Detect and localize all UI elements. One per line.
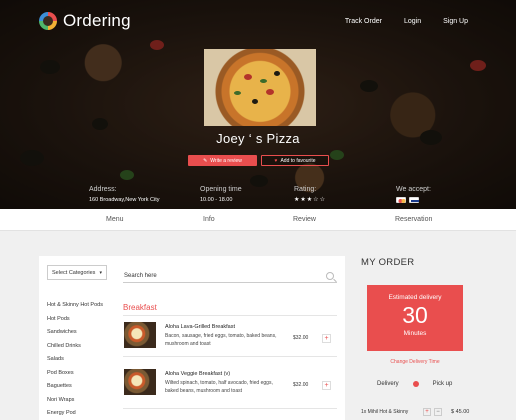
menu-panel: Select Categories ▾ Hot & Skinny Hot Pod… bbox=[39, 256, 345, 420]
restaurant-name: Joey ‘ s Pizza bbox=[216, 131, 300, 146]
estimated-minutes: 30 bbox=[402, 302, 428, 328]
category-item[interactable]: Hot & Skinny Hot Pods bbox=[47, 302, 117, 316]
track-order-link[interactable]: Track Order bbox=[345, 18, 382, 25]
pickup-option[interactable]: Pick up bbox=[433, 381, 453, 387]
change-delivery-time-link[interactable]: Change Delivery Time bbox=[367, 359, 463, 365]
hours-block: Opening time 10.00 - 18.00 bbox=[200, 186, 242, 203]
category-item[interactable]: Salads bbox=[47, 356, 117, 370]
add-item-button[interactable]: + bbox=[322, 381, 331, 390]
heart-icon: ♥ bbox=[274, 157, 278, 164]
brand-name: Ordering bbox=[63, 11, 131, 30]
search-icon[interactable] bbox=[326, 272, 334, 280]
add-favourite-button[interactable]: ♥ Add to favourite bbox=[261, 155, 329, 166]
menu-item: Aloha Lava-Grilled Breakfast Bacon, saus… bbox=[123, 322, 337, 352]
add-item-button[interactable]: + bbox=[322, 334, 331, 343]
menu-item-price: $32.00 bbox=[293, 382, 309, 388]
tab-info[interactable]: Info bbox=[203, 216, 215, 223]
delivery-option[interactable]: Delivery bbox=[377, 381, 399, 387]
category-item[interactable]: Sandwiches bbox=[47, 329, 117, 343]
restaurant-tabs: Menu Info Review Reservation bbox=[0, 209, 516, 231]
menu-item-price: $32.00 bbox=[293, 335, 309, 341]
tab-review[interactable]: Review bbox=[293, 216, 316, 223]
menu-item-name: Aloha Lava-Grilled Breakfast bbox=[165, 324, 236, 330]
menu-item-description: Wilted spinach, tomato, half avocado, fr… bbox=[165, 380, 273, 394]
visa-icon bbox=[409, 197, 419, 203]
rating-block: Rating: ★★★☆☆ bbox=[294, 186, 326, 203]
top-navigation: Track Order Login Sign Up bbox=[345, 18, 468, 25]
category-item[interactable]: Nori Wraps bbox=[47, 397, 117, 411]
category-item[interactable]: Pod Boxes bbox=[47, 370, 117, 384]
tab-reservation[interactable]: Reservation bbox=[395, 216, 432, 223]
chevron-down-icon: ▾ bbox=[99, 269, 102, 276]
payment-block: We accept: bbox=[396, 186, 431, 203]
menu-item: Aloha Veggie Breakfast (v) Wilted spinac… bbox=[123, 369, 337, 399]
login-link[interactable]: Login bbox=[404, 18, 421, 25]
write-review-button[interactable]: ✎ Write a review bbox=[188, 155, 257, 166]
cart-item-price: $ 45.00 bbox=[451, 409, 470, 415]
tab-menu[interactable]: Menu bbox=[106, 216, 124, 223]
restaurant-hero: Ordering Track Order Login Sign Up Joey … bbox=[0, 0, 516, 209]
category-select[interactable]: Select Categories ▾ bbox=[47, 265, 107, 280]
increase-quantity-button[interactable]: + bbox=[423, 408, 431, 416]
category-item[interactable]: Energy Pod bbox=[47, 410, 117, 420]
search-input[interactable]: Search here bbox=[123, 270, 337, 283]
menu-item-image bbox=[124, 322, 156, 348]
menu-item-name: Aloha Veggie Breakfast (v) bbox=[165, 371, 231, 377]
signup-link[interactable]: Sign Up bbox=[443, 18, 468, 25]
menu-item-description: Bacon, sausage, fried eggs, tomato, bake… bbox=[165, 333, 277, 347]
category-item[interactable]: Hot Pods bbox=[47, 316, 117, 330]
estimated-delivery-box: Estimated delivery 30 Minutes bbox=[367, 285, 463, 351]
delivery-radio[interactable] bbox=[412, 381, 419, 387]
brand-logo[interactable]: Ordering bbox=[39, 11, 131, 31]
category-item[interactable]: Baguettes bbox=[47, 383, 117, 397]
logo-icon bbox=[39, 12, 57, 30]
mastercard-icon bbox=[396, 197, 406, 203]
decrease-quantity-button[interactable]: − bbox=[434, 408, 442, 416]
address-block: Address: 160 Broadway,New York City bbox=[89, 186, 160, 203]
menu-item-image bbox=[124, 369, 156, 395]
delivery-mode-toggle: Delivery Pick up bbox=[377, 381, 452, 387]
rating-stars: ★★★☆☆ bbox=[294, 196, 326, 203]
restaurant-photo bbox=[204, 49, 316, 126]
category-list: Hot & Skinny Hot Pods Hot Pods Sandwiche… bbox=[47, 302, 117, 420]
star-empty-icon: ☆ bbox=[319, 197, 326, 203]
section-title: Breakfast bbox=[123, 303, 157, 312]
my-order-title: MY ORDER bbox=[361, 257, 415, 268]
pencil-icon: ✎ bbox=[203, 157, 208, 164]
category-item[interactable]: Chilled Drinks bbox=[47, 343, 117, 357]
